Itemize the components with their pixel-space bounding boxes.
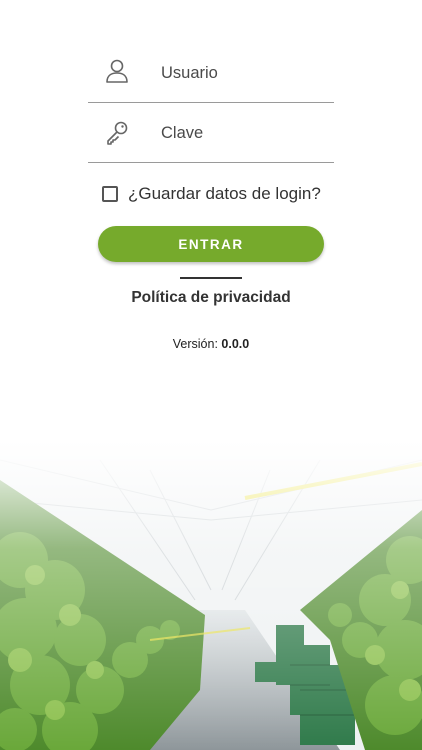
password-input[interactable] — [161, 104, 331, 162]
key-icon — [107, 121, 128, 145]
divider — [180, 277, 242, 279]
username-field[interactable] — [88, 44, 334, 103]
remember-label[interactable]: ¿Guardar datos de login? — [128, 184, 321, 204]
login-button[interactable]: ENTRAR — [98, 226, 324, 262]
username-input[interactable] — [161, 44, 331, 102]
privacy-policy-link[interactable]: Política de privacidad — [0, 289, 422, 307]
version-label: Versión: — [172, 337, 218, 351]
remember-login-option[interactable]: ¿Guardar datos de login? — [102, 183, 321, 205]
version-number: 0.0.0 — [221, 337, 250, 351]
greenhouse-background-image — [0, 440, 422, 750]
app-version: Versión: 0.0.0 — [0, 337, 422, 351]
remember-checkbox[interactable] — [102, 186, 118, 202]
user-icon — [106, 59, 128, 83]
password-field[interactable] — [88, 104, 334, 163]
